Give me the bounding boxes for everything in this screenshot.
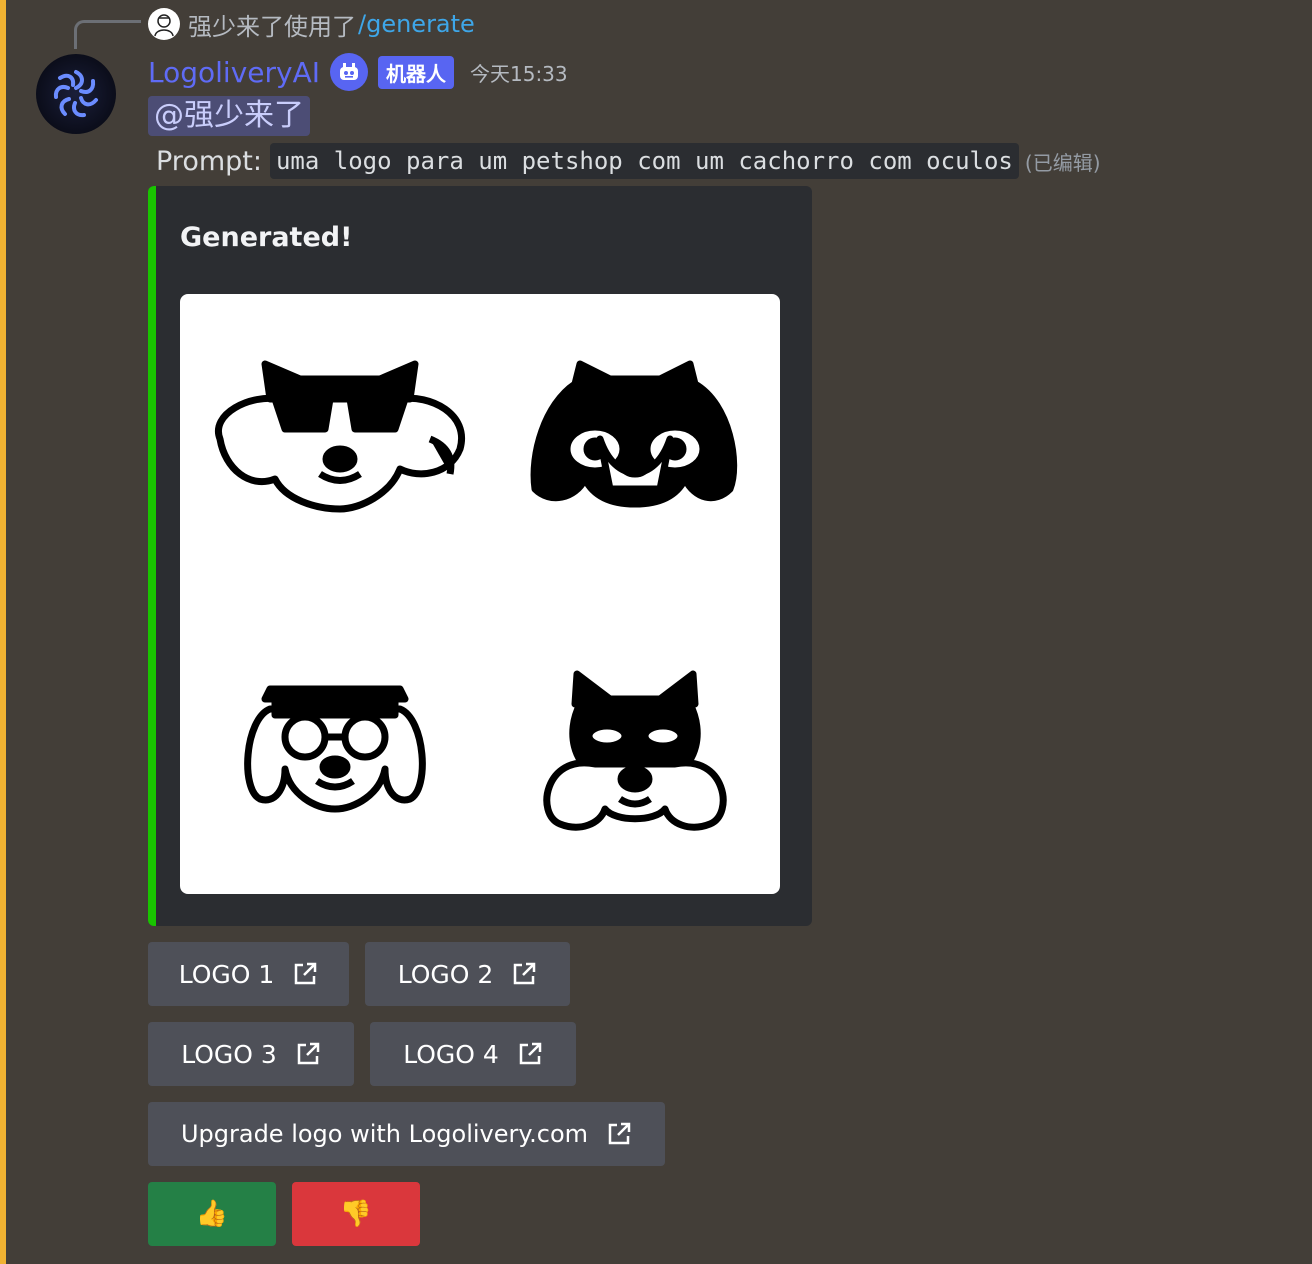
message-header: LogoliveryAI 机器人 今天15:33 <box>148 50 568 94</box>
reply-username[interactable]: 强少来了 <box>188 7 284 42</box>
logo-3-label: LOGO 3 <box>181 1039 277 1069</box>
logo-1-button[interactable]: LOGO 1 <box>148 942 349 1006</box>
logo-1-label: LOGO 1 <box>178 959 275 989</box>
bot-avatar[interactable] <box>36 54 116 134</box>
reply-command[interactable]: /generate <box>358 10 475 38</box>
reply-action: 使用了 <box>284 12 356 41</box>
thumbs-up-icon: 👍 <box>195 1199 229 1229</box>
external-link-icon <box>519 1042 542 1065</box>
generated-logos-image[interactable] <box>180 294 780 894</box>
dog-logos-grid-icon <box>214 360 738 831</box>
external-link-icon <box>295 962 317 985</box>
reply-context[interactable]: 强少来了 使用了 /generate <box>148 6 475 42</box>
external-link-icon <box>514 962 536 985</box>
prompt-text: uma logo para um petshop com um cachorro… <box>269 143 1019 179</box>
logo-2-button[interactable]: LOGO 2 <box>365 942 570 1006</box>
external-link-icon <box>297 1042 320 1065</box>
embed-accent-bar <box>148 186 156 926</box>
upgrade-logo-label: Upgrade logo with Logolivery.com <box>180 1120 589 1148</box>
bot-tag: 机器人 <box>378 55 454 89</box>
external-link-icon <box>608 1122 631 1145</box>
result-embed: Generated! <box>148 186 812 926</box>
reply-connector <box>74 20 141 49</box>
mention-highlight-bar <box>0 0 6 1264</box>
embed-title: Generated! <box>180 222 353 253</box>
logo-4-label: LOGO 4 <box>403 1039 499 1069</box>
thumbs-down-button[interactable]: 👎 <box>292 1182 420 1246</box>
prompt-label: Prompt: <box>156 145 262 177</box>
logo-2-label: LOGO 2 <box>397 959 494 989</box>
bot-username[interactable]: LogoliveryAI <box>148 56 320 89</box>
logolivery-logo-icon <box>53 70 98 118</box>
thumbs-up-button[interactable]: 👍 <box>148 1182 276 1246</box>
prompt-line: Prompt: uma logo para um petshop com um … <box>156 140 1101 182</box>
message-timestamp[interactable]: 今天15:33 <box>470 58 568 87</box>
edited-indicator: (已编辑) <box>1024 150 1101 175</box>
logo-4-button[interactable]: LOGO 4 <box>370 1022 576 1086</box>
bot-robot-icon <box>330 53 368 91</box>
upgrade-logo-button[interactable]: Upgrade logo with Logolivery.com <box>148 1102 665 1166</box>
user-mention[interactable]: @强少来了 <box>148 96 310 136</box>
logo-3-button[interactable]: LOGO 3 <box>148 1022 354 1086</box>
reply-user-avatar[interactable] <box>148 8 180 40</box>
thumbs-down-icon: 👎 <box>339 1199 373 1229</box>
